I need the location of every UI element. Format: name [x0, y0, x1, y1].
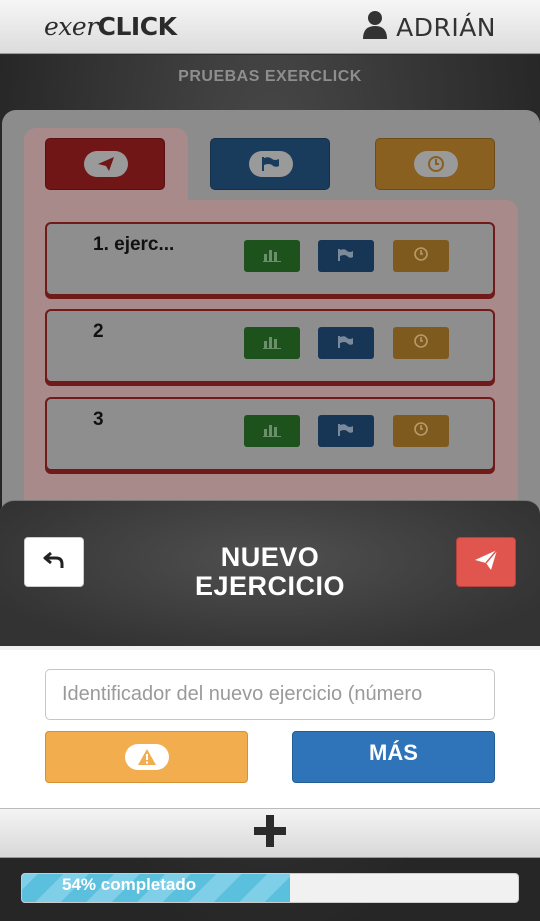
clock-icon	[414, 151, 458, 177]
exercise-label: 1. ejerc...	[93, 234, 175, 255]
flag-button[interactable]	[318, 415, 374, 447]
clock-button[interactable]	[393, 415, 449, 447]
logo-text-post: CLICK	[97, 12, 177, 41]
more-button[interactable]: MÁS	[292, 731, 495, 783]
exercise-row[interactable]: 2	[45, 309, 495, 383]
section-title: PRUEBAS EXERCLICK	[178, 68, 362, 85]
flag-button[interactable]	[318, 240, 374, 272]
modal-title: NUEVO EJERCICIO	[120, 543, 420, 601]
clock-icon	[413, 246, 429, 266]
flag-icon	[337, 422, 355, 441]
bar-chart-icon	[263, 247, 281, 266]
app-header: exerCLICK ADRIÁN	[0, 0, 540, 54]
stats-button[interactable]	[244, 415, 300, 447]
tab-send[interactable]	[45, 138, 165, 190]
clock-button[interactable]	[393, 327, 449, 359]
user-icon	[362, 10, 388, 44]
flag-icon	[337, 247, 355, 266]
bar-chart-icon	[263, 422, 281, 441]
exercise-row[interactable]: 3	[45, 397, 495, 471]
paper-plane-icon	[84, 151, 128, 177]
app-logo[interactable]: exerCLICK	[44, 12, 177, 41]
user-name: ADRIÁN	[396, 12, 496, 42]
clock-button[interactable]	[393, 240, 449, 272]
exercise-label: 3	[93, 409, 104, 430]
tab-clock[interactable]	[375, 138, 495, 190]
plus-icon	[253, 814, 287, 852]
flag-icon	[337, 334, 355, 353]
exercise-label: 2	[93, 321, 104, 342]
modal-title-line2: EJERCICIO	[194, 571, 346, 601]
tab-flag[interactable]	[210, 138, 330, 190]
warning-icon	[124, 744, 169, 770]
logo-text-pre: exer	[44, 12, 98, 41]
flag-icon	[249, 151, 293, 177]
undo-arrow-icon	[43, 551, 65, 573]
modal-title-line1: NUEVO	[220, 542, 320, 572]
clock-icon	[413, 421, 429, 441]
exercise-id-input[interactable]	[45, 669, 495, 720]
stats-button[interactable]	[244, 327, 300, 359]
bar-chart-icon	[263, 334, 281, 353]
exercise-row[interactable]: 1. ejerc...	[45, 222, 495, 296]
paper-plane-icon	[474, 549, 498, 575]
send-button[interactable]	[456, 537, 516, 587]
back-button[interactable]	[24, 537, 84, 587]
clock-icon	[413, 333, 429, 353]
flag-button[interactable]	[318, 327, 374, 359]
add-exercise-bar[interactable]	[0, 808, 540, 858]
stats-button[interactable]	[244, 240, 300, 272]
progress-label: 54% completado	[62, 875, 197, 894]
warning-button[interactable]	[45, 731, 248, 783]
user-menu[interactable]: ADRIÁN	[362, 10, 496, 44]
